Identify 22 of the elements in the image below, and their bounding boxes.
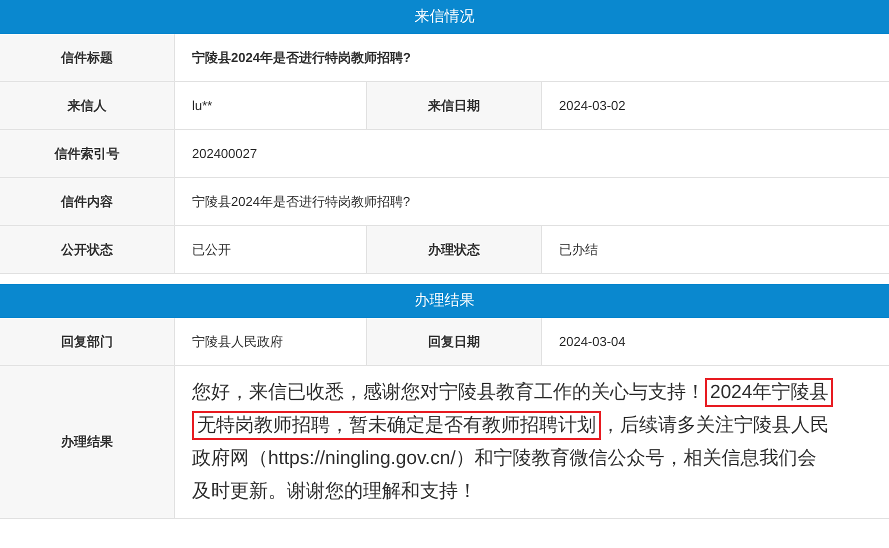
section-header: 来信情况 xyxy=(0,0,889,34)
field-value: 2024-03-02 xyxy=(559,96,626,115)
field-value: lu** xyxy=(192,96,212,115)
field-value: 宁陵县人民政府 xyxy=(192,332,283,351)
field-label: 回复部门 xyxy=(0,318,175,365)
field-label: 信件索引号 xyxy=(0,130,175,177)
field-label: 信件标题 xyxy=(0,34,175,81)
field-value: 宁陵县2024年是否进行特岗教师招聘? xyxy=(192,48,411,67)
field-label: 信件内容 xyxy=(0,178,175,225)
field-label: 办理结果 xyxy=(0,366,175,518)
field-value: 已办结 xyxy=(559,240,598,259)
field-label: 来信人 xyxy=(0,82,175,129)
reply-paragraph: 您好，来信已收悉，感谢您对宁陵县教育工作的关心与支持！ 2024年宁陵县无特岗教师招聘，暂未确定是否有教师招聘计划 ，后续请多关注宁陵县人民政府网（https://ningling.gov.cn/）和宁陵教育微信公众号，相关信息我们会及时更新。谢谢您的理解和支持！ xyxy=(192,376,832,508)
field-value: 宁陵县2024年是否进行特岗教师招聘? xyxy=(192,192,410,211)
field-value: 已公开 xyxy=(192,240,231,259)
field-label: 公开状态 xyxy=(0,226,175,273)
field-label: 回复日期 xyxy=(367,318,542,365)
field-value: 202400027 xyxy=(192,144,258,163)
field-label: 办理状态 xyxy=(367,226,542,273)
field-label: 来信日期 xyxy=(367,82,542,129)
field-value: 2024-03-04 xyxy=(559,332,626,351)
section-header: 办理结果 xyxy=(0,284,889,318)
